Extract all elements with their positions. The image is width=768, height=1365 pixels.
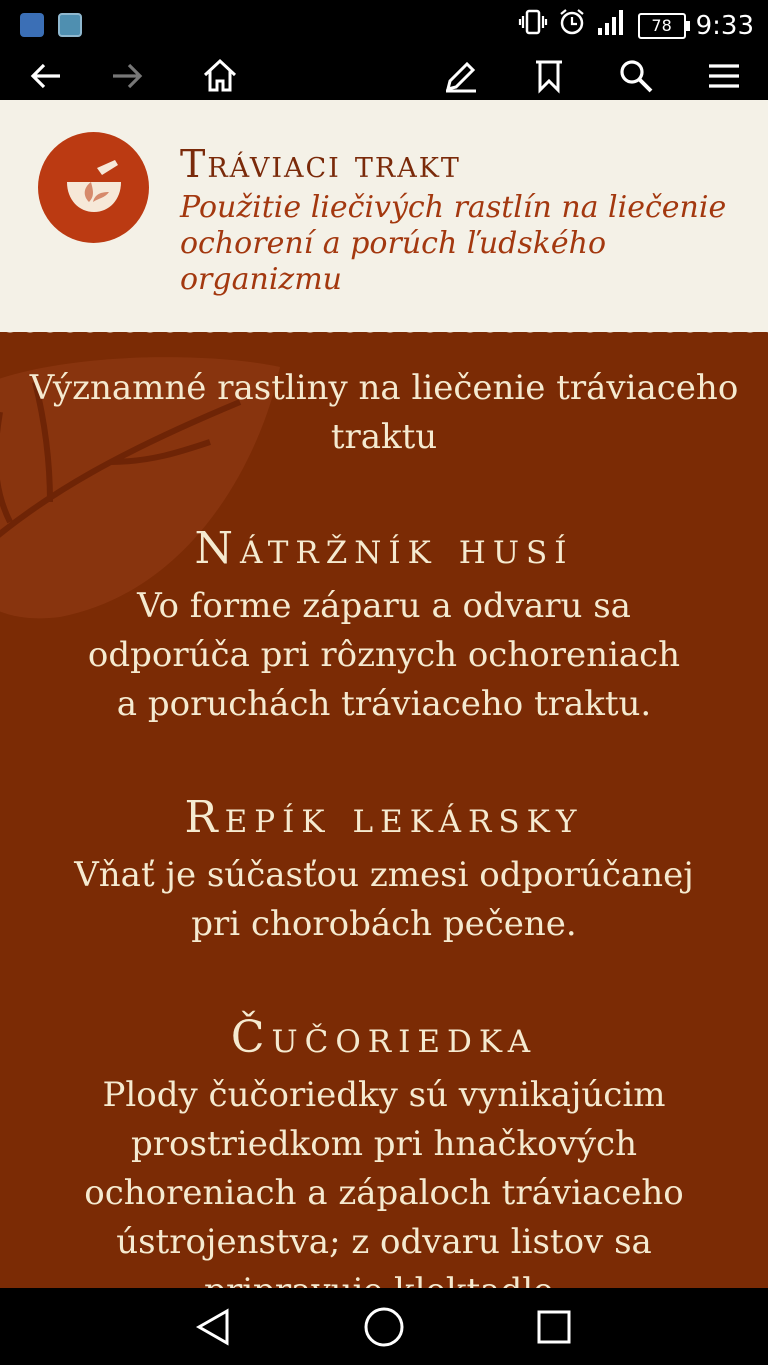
edit-pencil-icon [445, 61, 476, 93]
battery-icon: 78 [637, 12, 690, 39]
forward-button[interactable] [105, 54, 149, 98]
browser-toolbar [0, 50, 768, 100]
plant-description-3: Plody čučoriedky sú vynikajúcim prostrie… [84, 1075, 684, 1288]
mortar-pestle-logo-icon [38, 132, 149, 243]
scalloped-divider [0, 332, 768, 338]
signal-icon [596, 8, 628, 43]
page-header: Tráviaci trakt Použitie liečivých rastlí… [0, 100, 768, 332]
home-button[interactable] [198, 54, 242, 98]
forward-arrow-icon [113, 63, 143, 89]
back-arrow-icon [30, 63, 60, 89]
edit-button[interactable] [439, 54, 483, 98]
gallery-notification-icon [58, 13, 82, 37]
menu-button[interactable] [702, 54, 746, 98]
nav-recents-button[interactable] [531, 1304, 577, 1350]
battery-level: 78 [651, 16, 672, 35]
plant-description-1: Vo forme záparu a odvaru sa odporúča pri… [87, 586, 681, 724]
plant-name-2: Repík lekársky [184, 792, 584, 843]
navigation-bar [0, 1288, 768, 1365]
back-button[interactable] [24, 54, 68, 98]
health-app-notification-icon [20, 13, 44, 37]
home-icon [203, 58, 237, 92]
bookmark-button[interactable] [527, 54, 571, 98]
triangle-back-icon [195, 1308, 229, 1346]
menu-icon [709, 64, 739, 88]
search-icon [620, 60, 653, 93]
nav-back-button[interactable] [190, 1304, 236, 1350]
page-title: Tráviaci trakt [180, 142, 461, 186]
plant-description-2: Vňať je súčasťou zmesi odporúčanej pri c… [74, 855, 694, 944]
bookmark-icon [536, 60, 562, 94]
intro-heading: Významné rastliny na liečenie tráviaceho… [29, 368, 739, 457]
clock: 9:33 [695, 10, 754, 41]
page-subtitle: Použitie liečivých rastlín na liečenie o… [180, 190, 727, 297]
plant-name-3: Čučoriedka [230, 1012, 538, 1063]
square-recents-icon [537, 1310, 571, 1344]
alarm-icon [558, 8, 586, 43]
plant-name-1: Nátržník husí [194, 523, 574, 574]
nav-home-button[interactable] [361, 1304, 407, 1350]
content-area[interactable]: Významné rastliny na liečenie tráviaceho… [0, 332, 768, 1288]
search-button[interactable] [614, 54, 658, 98]
vibrate-icon [518, 9, 548, 42]
status-bar: 78 9:33 [0, 0, 768, 50]
circle-home-icon [364, 1307, 404, 1347]
